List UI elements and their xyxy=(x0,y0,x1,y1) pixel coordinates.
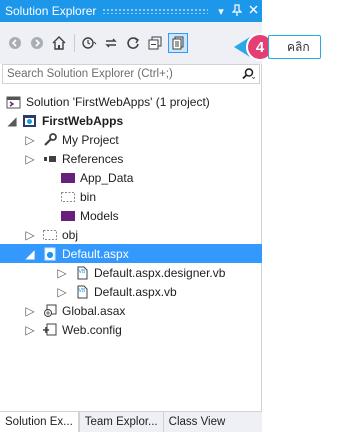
tree-item-default-designer-vb[interactable]: ▷ VB Default.aspx.designer.vb xyxy=(0,263,262,282)
tree-item-label: Default.aspx xyxy=(62,246,129,261)
tree-item-label: Solution 'FirstWebApps' (1 project) xyxy=(26,94,210,109)
tree-item-label: Default.aspx.designer.vb xyxy=(94,265,226,280)
collapsed-arrow-icon[interactable]: ▷ xyxy=(24,130,36,149)
tree-item-label: My Project xyxy=(62,132,119,147)
tree-item-obj[interactable]: ▷ obj xyxy=(0,225,262,244)
tree-item-label: FirstWebApps xyxy=(42,113,124,128)
drag-grip[interactable] xyxy=(102,8,208,14)
toolbar xyxy=(0,22,262,64)
tree-item-global-asax[interactable]: ▷ Global.asax xyxy=(0,301,262,320)
tree-item-web-config[interactable]: ▷ Web.config xyxy=(0,320,262,339)
folder-icon xyxy=(60,208,76,224)
tree-item-label: References xyxy=(62,151,124,166)
tab-class-view[interactable]: Class View xyxy=(162,412,231,432)
sync-icon[interactable] xyxy=(102,34,120,52)
collapsed-arrow-icon[interactable]: ▷ xyxy=(24,149,36,168)
history-icon[interactable] xyxy=(80,34,98,52)
back-icon[interactable] xyxy=(6,34,24,52)
tree-item-label: App_Data xyxy=(80,170,134,185)
pin-icon[interactable] xyxy=(230,3,244,19)
tree-item-bin[interactable]: bin xyxy=(0,187,262,206)
bottom-tabs: Solution Ex... Team Explor... Class View xyxy=(0,411,262,432)
folder-icon xyxy=(60,170,76,186)
refresh-icon[interactable] xyxy=(124,34,142,52)
svg-text:VB: VB xyxy=(79,288,86,294)
tree-item-label: Default.aspx.vb xyxy=(94,284,177,299)
tree-item-default-aspx[interactable]: ◢ Default.aspx xyxy=(0,244,262,263)
tree-item-project[interactable]: ◢ FirstWebApps xyxy=(0,111,262,130)
dashed-folder-icon xyxy=(42,227,58,243)
dashed-folder-icon xyxy=(60,189,76,205)
toolbar-separator xyxy=(74,34,75,52)
tree-item-label: Web.config xyxy=(62,322,122,337)
tab-solution-explorer[interactable]: Solution Ex... xyxy=(0,412,79,432)
tab-team-explorer[interactable]: Team Explor... xyxy=(78,412,163,432)
close-icon[interactable] xyxy=(246,5,260,17)
wrench-icon xyxy=(42,132,58,148)
window-position-menu-button[interactable]: ▾ xyxy=(214,5,228,18)
collapsed-arrow-icon[interactable]: ▷ xyxy=(56,282,68,301)
tree-item-label: bin xyxy=(80,189,97,204)
title-bar: Solution Explorer ▾ xyxy=(0,0,262,22)
tree-item-default-vb[interactable]: ▷ VB Default.aspx.vb xyxy=(0,282,262,301)
tree-item-label: Models xyxy=(80,208,119,223)
collapse-all-icon[interactable] xyxy=(146,34,164,52)
vb-file-icon: VB xyxy=(74,265,90,281)
svg-text:VB: VB xyxy=(79,269,86,275)
tree-item-my-project[interactable]: ▷ My Project xyxy=(0,130,262,149)
tree-item-label: obj xyxy=(62,227,79,242)
search-icon[interactable] xyxy=(237,68,259,80)
search-input[interactable]: Search Solution Explorer (Ctrl+;) xyxy=(2,64,260,84)
solution-icon xyxy=(6,94,22,110)
config-icon xyxy=(42,322,58,338)
web-page-icon xyxy=(42,246,58,262)
window-title: Solution Explorer xyxy=(5,4,97,18)
tree-item-label: Global.asax xyxy=(62,303,126,318)
tree-item-solution[interactable]: Solution 'FirstWebApps' (1 project) xyxy=(0,92,262,111)
home-icon[interactable] xyxy=(50,34,68,52)
tree-item-references[interactable]: ▷ References xyxy=(0,149,262,168)
collapsed-arrow-icon[interactable]: ▷ xyxy=(24,320,36,339)
search-placeholder: Search Solution Explorer (Ctrl+;) xyxy=(7,68,173,80)
callout-text: คลิก xyxy=(268,35,321,59)
forward-icon[interactable] xyxy=(28,34,46,52)
global-asax-icon xyxy=(42,303,58,319)
solution-explorer-panel: Solution Explorer ▾ Search Solution Expl… xyxy=(0,0,262,432)
expanded-arrow-icon[interactable]: ◢ xyxy=(6,111,18,130)
collapsed-arrow-icon[interactable]: ▷ xyxy=(24,225,36,244)
collapsed-arrow-icon[interactable]: ▷ xyxy=(56,263,68,282)
web-project-icon xyxy=(22,113,38,129)
collapsed-arrow-icon[interactable]: ▷ xyxy=(24,301,36,320)
tree-item-models[interactable]: Models xyxy=(0,206,262,225)
step-callout: 4 คลิก xyxy=(234,33,321,61)
references-icon xyxy=(42,151,58,167)
vb-file-icon: VB xyxy=(74,284,90,300)
solution-tree: Solution 'FirstWebApps' (1 project) ◢ Fi… xyxy=(0,92,262,339)
tree-item-app-data[interactable]: App_Data xyxy=(0,168,262,187)
show-all-files-icon[interactable] xyxy=(168,33,188,53)
expanded-arrow-icon[interactable]: ◢ xyxy=(24,244,36,263)
